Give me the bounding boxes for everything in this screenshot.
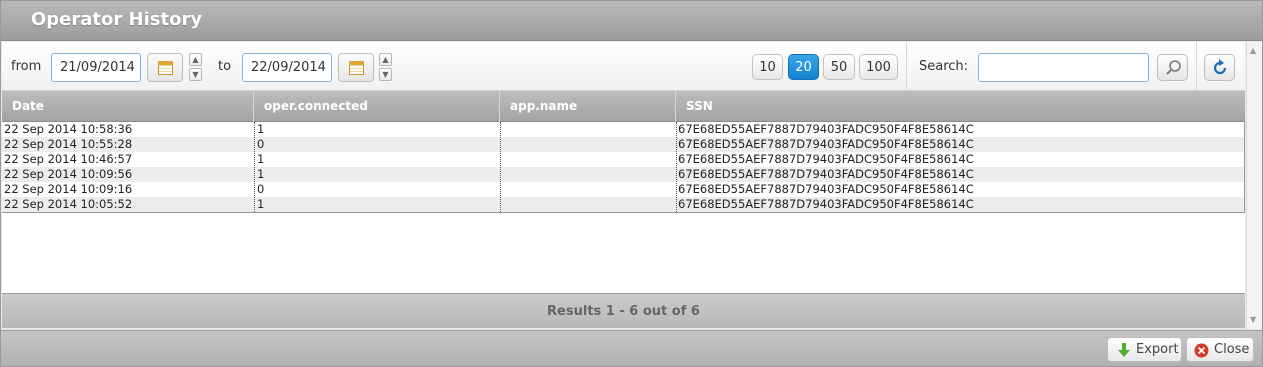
filter-toolbar: from 21/09/2014 ▲ ▼ to 22/09/2014 ▲ ▼ 10… xyxy=(2,42,1245,91)
oper-connected-cell: 1 xyxy=(257,122,265,136)
results-bar: Results 1 - 6 out of 6 xyxy=(2,293,1245,328)
date-cell: 22 Sep 2014 10:58:36 xyxy=(4,122,133,136)
results-summary: Results 1 - 6 out of 6 xyxy=(547,304,700,319)
table-row[interactable]: 22 Sep 2014 10:05:52 1 67E68ED55AEF7887D… xyxy=(2,197,1245,212)
from-label: from xyxy=(11,59,42,74)
magnifier-icon xyxy=(1166,60,1181,75)
to-label: to xyxy=(218,59,232,74)
date-cell: 22 Sep 2014 10:09:56 xyxy=(4,167,133,181)
search-label: Search: xyxy=(919,59,969,74)
from-calendar-button[interactable] xyxy=(147,53,183,82)
rows-border xyxy=(1244,122,1245,213)
oper-connected-cell: 1 xyxy=(257,167,265,181)
refresh-icon xyxy=(1213,59,1227,75)
page-size-10-button[interactable]: 10 xyxy=(752,54,783,80)
close-label: Close xyxy=(1214,342,1250,357)
column-divider xyxy=(676,122,677,212)
footer-bar: Export Close xyxy=(1,330,1262,366)
history-table: Date oper.connected app.name SSN 22 Sep … xyxy=(2,91,1245,293)
to-calendar-button[interactable] xyxy=(338,53,374,82)
to-date-down-button[interactable]: ▼ xyxy=(379,68,392,81)
column-header-date[interactable]: Date xyxy=(2,91,254,122)
ssn-cell: 67E68ED55AEF7887D79403FADC950F4F8E58614C xyxy=(678,152,974,166)
app-name-cell xyxy=(501,152,503,167)
refresh-button[interactable] xyxy=(1204,54,1235,81)
from-date-input[interactable]: 21/09/2014 xyxy=(51,53,141,82)
ssn-cell: 67E68ED55AEF7887D79403FADC950F4F8E58614C xyxy=(678,137,974,151)
from-date-up-button[interactable]: ▲ xyxy=(189,53,202,66)
ssn-cell: 67E68ED55AEF7887D79403FADC950F4F8E58614C xyxy=(678,182,974,196)
table-row[interactable]: 22 Sep 2014 10:09:16 0 67E68ED55AEF7887D… xyxy=(2,182,1245,197)
column-divider xyxy=(500,122,501,212)
date-cell: 22 Sep 2014 10:55:28 xyxy=(4,137,133,151)
ssn-cell: 67E68ED55AEF7887D79403FADC950F4F8E58614C xyxy=(678,197,974,211)
column-header-app-name[interactable]: app.name xyxy=(500,91,676,122)
column-header-oper-connected[interactable]: oper.connected xyxy=(254,91,500,122)
date-cell: 22 Sep 2014 10:05:52 xyxy=(4,197,133,211)
table-row[interactable]: 22 Sep 2014 10:09:56 1 67E68ED55AEF7887D… xyxy=(2,167,1245,182)
date-cell: 22 Sep 2014 10:09:16 xyxy=(4,182,133,196)
title-bar[interactable]: Operator History xyxy=(1,1,1262,41)
page-size-100-button[interactable]: 100 xyxy=(859,54,898,80)
to-date-up-button[interactable]: ▲ xyxy=(379,53,392,66)
close-circle-icon xyxy=(1194,343,1209,358)
export-button[interactable]: Export xyxy=(1107,337,1182,362)
search-input[interactable] xyxy=(978,53,1149,82)
table-header: Date oper.connected app.name SSN xyxy=(2,91,1245,122)
column-divider xyxy=(254,122,255,212)
date-cell: 22 Sep 2014 10:46:57 xyxy=(4,152,133,166)
search-button[interactable] xyxy=(1157,54,1188,81)
oper-connected-cell: 0 xyxy=(257,182,265,196)
app-name-cell xyxy=(501,182,503,197)
table-row[interactable]: 22 Sep 2014 10:46:57 1 67E68ED55AEF7887D… xyxy=(2,152,1245,167)
table-row[interactable]: 22 Sep 2014 10:55:28 0 67E68ED55AEF7887D… xyxy=(2,137,1245,152)
close-button[interactable]: Close xyxy=(1186,337,1254,362)
ssn-cell: 67E68ED55AEF7887D79403FADC950F4F8E58614C xyxy=(678,167,974,181)
column-header-ssn[interactable]: SSN xyxy=(676,91,1245,122)
export-label: Export xyxy=(1136,342,1179,357)
app-name-cell xyxy=(501,197,503,212)
down-arrow-icon xyxy=(1118,343,1130,357)
page-size-50-button[interactable]: 50 xyxy=(823,54,855,80)
page-size-20-button[interactable]: 20 xyxy=(788,54,819,80)
vertical-scrollbar[interactable]: ▲ ▼ xyxy=(1246,42,1262,329)
from-date-down-button[interactable]: ▼ xyxy=(189,68,202,81)
oper-connected-cell: 1 xyxy=(257,152,265,166)
toolbar-divider xyxy=(1196,42,1197,91)
app-name-cell xyxy=(501,167,503,182)
table-row[interactable]: 22 Sep 2014 10:58:36 1 67E68ED55AEF7887D… xyxy=(2,122,1245,137)
scroll-up-icon[interactable]: ▲ xyxy=(1250,46,1256,55)
calendar-icon xyxy=(158,61,173,75)
app-name-cell xyxy=(501,122,503,137)
rows-border xyxy=(2,212,1245,213)
scroll-down-icon[interactable]: ▼ xyxy=(1250,315,1256,324)
operator-history-window: Operator History from 21/09/2014 ▲ ▼ to … xyxy=(0,0,1263,367)
app-name-cell xyxy=(501,137,503,152)
toolbar-divider xyxy=(906,42,907,91)
to-date-input[interactable]: 22/09/2014 xyxy=(242,53,332,82)
window-title: Operator History xyxy=(31,9,203,30)
oper-connected-cell: 1 xyxy=(257,197,265,211)
calendar-icon xyxy=(349,61,364,75)
ssn-cell: 67E68ED55AEF7887D79403FADC950F4F8E58614C xyxy=(678,122,974,136)
oper-connected-cell: 0 xyxy=(257,137,265,151)
